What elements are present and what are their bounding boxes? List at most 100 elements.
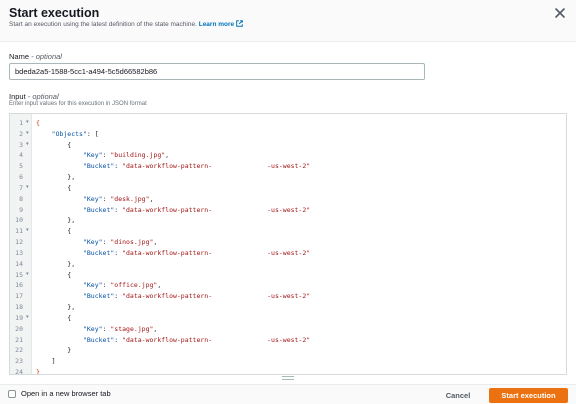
code-text: } xyxy=(36,367,40,375)
code-text: "Key": "office.jpg", xyxy=(36,280,161,291)
code-punct: , xyxy=(153,238,158,247)
code-punct xyxy=(36,336,83,344)
code-token: "data-workflow-pattern- xyxy=(122,162,213,171)
code-text: "Bucket": "data-workflow-pattern- -us-wes… xyxy=(36,205,310,216)
redacted-region xyxy=(212,249,268,256)
code-line: 2 ▼ "Objects": [ xyxy=(10,129,566,140)
name-optional: - optional xyxy=(31,52,62,61)
line-number: 2 xyxy=(19,129,23,138)
code-line: 14 }, xyxy=(10,259,566,270)
code-text: { xyxy=(36,118,40,129)
line-number: 24 xyxy=(15,368,23,375)
code-line: 16 "Key": "office.jpg", xyxy=(10,280,566,291)
name-input[interactable] xyxy=(9,63,425,80)
line-number: 18 xyxy=(15,303,23,312)
code-text: { xyxy=(36,226,71,237)
code-punct: { xyxy=(36,183,72,192)
code-punct: } xyxy=(36,368,40,375)
code-line: 5 "Bucket": "data-workflow-pattern- -us-w… xyxy=(10,161,566,172)
code-token: "Objects" xyxy=(51,129,87,138)
code-line: 7 ▼ { xyxy=(10,183,566,194)
code-punct xyxy=(36,162,83,170)
code-punct xyxy=(36,151,83,159)
new-tab-checkbox[interactable] xyxy=(8,390,16,398)
line-number: 11 xyxy=(15,227,23,236)
code-token: "dinos.jpg" xyxy=(110,238,154,247)
modal-header: Start execution Start an execution using… xyxy=(0,0,576,42)
code-line: 6 }, xyxy=(10,172,566,183)
code-token: "Key" xyxy=(82,151,103,160)
line-number: 20 xyxy=(15,324,23,333)
code-punct: : xyxy=(114,162,123,171)
code-punct: , xyxy=(157,281,162,290)
code-punct xyxy=(36,238,83,246)
code-punct: : xyxy=(114,205,123,214)
line-number: 10 xyxy=(15,216,23,225)
code-text: { xyxy=(36,183,71,194)
code-token: "Bucket" xyxy=(82,335,115,344)
code-token: "Bucket" xyxy=(82,205,115,214)
code-line: 4 "Key": "building.jpg", xyxy=(10,150,566,161)
code-text: "Bucket": "data-workflow-pattern- -us-wes… xyxy=(36,335,310,346)
line-number: 7 xyxy=(19,183,23,192)
code-punct xyxy=(36,281,83,289)
close-icon[interactable] xyxy=(553,6,567,20)
line-number: 15 xyxy=(15,270,23,279)
code-line: 10 }, xyxy=(10,215,566,226)
code-text: "Key": "building.jpg", xyxy=(36,150,169,161)
line-number: 12 xyxy=(15,238,23,247)
code-punct: }, xyxy=(36,303,76,312)
code-token: -us-west-2" xyxy=(267,335,311,344)
line-number: 8 xyxy=(19,194,23,203)
cancel-button[interactable]: Cancel xyxy=(437,388,479,403)
fold-arrow-icon: ▼ xyxy=(26,314,29,320)
code-line: 21 "Bucket": "data-workflow-pattern- -us-… xyxy=(10,335,566,346)
input-description: Enter input values for this execution in… xyxy=(9,101,147,107)
code-token: "Key" xyxy=(82,281,103,290)
code-token: -us-west-2" xyxy=(267,292,311,301)
code-token: "Key" xyxy=(82,238,103,247)
code-line: 1 ▼ { xyxy=(10,118,566,129)
code-punct xyxy=(36,325,83,333)
code-text: { xyxy=(36,313,71,324)
code-line: 8 "Key": "desk.jpg", xyxy=(10,194,566,205)
code-token: "data-workflow-pattern- xyxy=(122,335,213,344)
code-punct: : xyxy=(114,335,123,344)
line-number: 21 xyxy=(15,335,23,344)
code-text: ] xyxy=(36,356,56,367)
code-text: "Key": "stage.jpg", xyxy=(36,324,157,335)
resize-handle[interactable] xyxy=(282,376,294,380)
code-punct xyxy=(36,130,52,138)
learn-more-label: Learn more xyxy=(198,21,235,28)
code-punct: : [ xyxy=(86,129,99,138)
redacted-region xyxy=(212,293,268,300)
input-label: Input - optional xyxy=(9,92,59,101)
code-line: 19 ▼ { xyxy=(10,313,566,324)
code-punct xyxy=(36,249,83,257)
fold-arrow-icon: ▼ xyxy=(26,228,29,234)
modal-subtitle: Start an execution using the latest defi… xyxy=(9,20,243,28)
redacted-region xyxy=(212,163,268,170)
learn-more-link[interactable]: Learn more xyxy=(198,20,243,28)
code-text: } xyxy=(36,345,71,356)
code-punct: : xyxy=(114,248,123,257)
code-punct: ] xyxy=(36,357,56,366)
line-number: 6 xyxy=(19,173,23,182)
line-number: 1 xyxy=(19,119,23,127)
start-execution-button[interactable]: Start execution xyxy=(489,388,568,403)
code-text: "Bucket": "data-workflow-pattern- -us-wes… xyxy=(36,291,310,302)
line-number: 23 xyxy=(15,357,23,366)
code-punct: , xyxy=(149,194,154,203)
new-tab-label: Open in a new browser tab xyxy=(21,389,111,398)
code-punct: }, xyxy=(36,216,76,225)
code-line: 13 "Bucket": "data-workflow-pattern- -us-… xyxy=(10,248,566,259)
input-optional: - optional xyxy=(27,92,59,101)
fold-arrow-icon: ▼ xyxy=(26,141,29,147)
code-token: "office.jpg" xyxy=(110,281,158,290)
line-number: 5 xyxy=(19,162,23,171)
json-editor[interactable]: 1 ▼{2 ▼ "Objects": [3 ▼ {4 "Key": "building… xyxy=(9,113,567,375)
code-line: 15 ▼ { xyxy=(10,270,566,281)
fold-arrow-icon: ▼ xyxy=(26,184,29,190)
code-text: { xyxy=(36,140,71,151)
code-token: "Key" xyxy=(82,194,103,203)
